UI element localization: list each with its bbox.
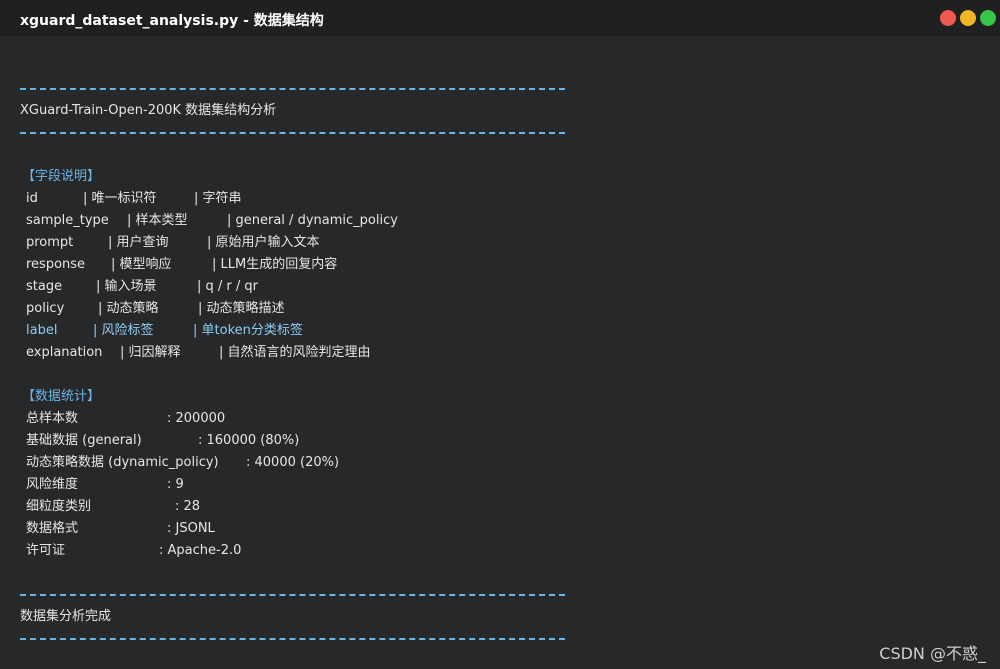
separator-line bbox=[20, 594, 565, 596]
field-desc: | 输入场景 bbox=[96, 279, 157, 294]
stat-value: : 160000 (80%) bbox=[198, 433, 300, 448]
stat-value: : 9 bbox=[167, 477, 184, 492]
field-type: | general / dynamic_policy bbox=[227, 213, 398, 228]
completion-message: 数据集分析完成 bbox=[20, 609, 112, 624]
field-name: response bbox=[26, 257, 86, 272]
terminal-output: XGuard-Train-Open-200K 数据集结构分析 【字段说明】 id… bbox=[0, 0, 1000, 669]
field-type: | 单token分类标签 bbox=[193, 323, 303, 338]
field-type: | 字符串 bbox=[194, 191, 242, 206]
heading: XGuard-Train-Open-200K 数据集结构分析 bbox=[20, 103, 277, 118]
stat-value: : 28 bbox=[175, 499, 201, 514]
field-desc: | 归因解释 bbox=[120, 345, 181, 360]
fields-section-title: 【字段说明】 bbox=[22, 169, 101, 184]
field-desc: | 用户查询 bbox=[108, 235, 169, 250]
stat-value: : JSONL bbox=[167, 521, 215, 536]
field-desc: | 唯一标识符 bbox=[83, 191, 157, 206]
field-name: policy bbox=[26, 301, 65, 316]
watermark: CSDN @不惑_ bbox=[879, 644, 986, 663]
field-type: | LLM生成的回复内容 bbox=[212, 257, 338, 272]
field-name: stage bbox=[26, 279, 63, 294]
field-name: prompt bbox=[26, 235, 74, 250]
separator-line bbox=[20, 88, 565, 90]
field-name: id bbox=[26, 191, 38, 206]
field-name: explanation bbox=[26, 345, 103, 360]
field-type: | q / r / qr bbox=[197, 279, 258, 294]
field-type: | 自然语言的风险判定理由 bbox=[219, 345, 371, 360]
stats-section-title: 【数据统计】 bbox=[22, 389, 101, 404]
field-name: sample_type bbox=[26, 213, 109, 228]
separator-line bbox=[20, 132, 565, 134]
separator-line bbox=[20, 638, 565, 640]
stat-key: 风险维度 bbox=[26, 477, 79, 492]
stat-key: 数据格式 bbox=[26, 521, 79, 536]
stat-key: 许可证 bbox=[26, 543, 66, 558]
stat-value: : 40000 (20%) bbox=[246, 455, 340, 470]
field-type: | 动态策略描述 bbox=[198, 301, 285, 316]
stat-key: 动态策略数据 (dynamic_policy) bbox=[26, 455, 219, 470]
field-desc: | 动态策略 bbox=[98, 301, 159, 316]
field-desc: | 模型响应 bbox=[111, 257, 172, 272]
stat-value: : Apache-2.0 bbox=[159, 543, 242, 558]
stat-key: 细粒度类别 bbox=[26, 499, 92, 514]
field-name: label bbox=[26, 323, 58, 338]
field-desc: | 样本类型 bbox=[127, 213, 188, 228]
stat-key: 总样本数 bbox=[26, 411, 79, 426]
stat-value: : 200000 bbox=[167, 411, 226, 426]
stat-key: 基础数据 (general) bbox=[26, 433, 142, 448]
field-type: | 原始用户输入文本 bbox=[207, 235, 320, 250]
field-desc: | 风险标签 bbox=[93, 323, 154, 338]
